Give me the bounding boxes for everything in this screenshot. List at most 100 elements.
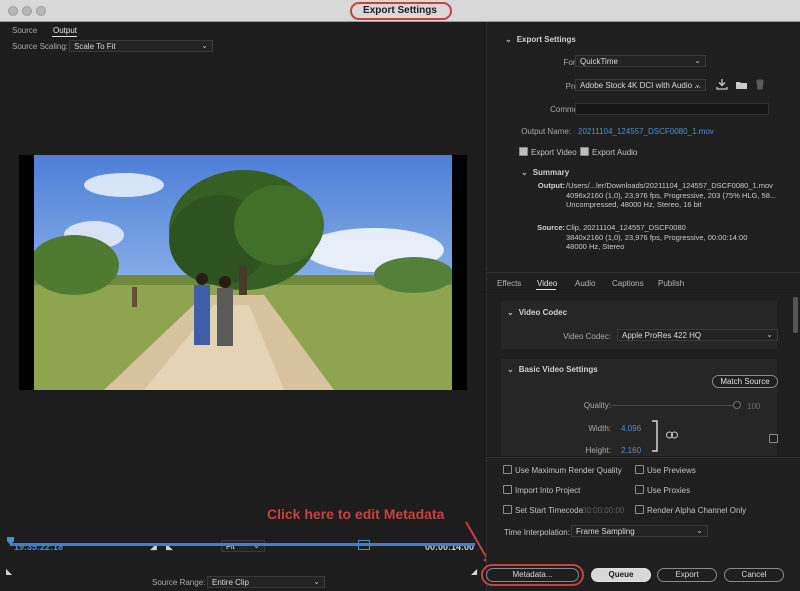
basic-video-heading[interactable]: ⌄ Basic Video Settings: [507, 365, 598, 374]
set-start-timecode-label: Set Start Timecode: [515, 506, 584, 515]
preset-value: Adobe Stock 4K DCI with Audio ...: [580, 81, 701, 90]
out-point-marker-icon[interactable]: ◢: [471, 567, 477, 576]
time-interpolation-label: Time Interpolation:: [504, 528, 570, 537]
render-alpha-checkbox[interactable]: [635, 505, 644, 514]
export-video-checkbox[interactable]: [519, 147, 528, 156]
match-source-button[interactable]: Match Source: [712, 375, 778, 388]
export-settings-panel: ⌄Export Settings Format: QuickTime ⌄ Pre…: [486, 22, 800, 271]
summary-heading[interactable]: ⌄ Summary: [521, 168, 569, 177]
tab-source[interactable]: Source: [12, 26, 37, 35]
start-timecode-value: 00:00:00:00: [582, 506, 625, 515]
time-interpolation-dropdown[interactable]: Frame Sampling ⌄: [571, 525, 708, 537]
delete-preset-icon[interactable]: [755, 79, 765, 90]
settings-tabs: Effects Video Audio Captions Publish: [486, 272, 800, 292]
export-settings-heading[interactable]: ⌄ Export Settings: [505, 35, 576, 44]
height-value[interactable]: 2.160: [621, 446, 641, 455]
quality-slider[interactable]: [611, 405, 737, 406]
video-codec-label: Video Codec:: [563, 332, 611, 341]
quality-slider-knob[interactable]: [733, 401, 741, 409]
chevron-down-icon: ⌄: [696, 526, 703, 535]
export-video-label: Export Video: [531, 148, 577, 157]
resize-checkbox[interactable]: [769, 434, 778, 443]
active-tab-underline: [52, 36, 77, 37]
source-range-dropdown[interactable]: Entire Clip ⌄: [207, 576, 325, 588]
chevron-down-icon: ⌄: [694, 80, 701, 89]
link-dimensions-icon[interactable]: [666, 431, 678, 439]
comments-input[interactable]: [575, 103, 769, 115]
preset-dropdown[interactable]: Adobe Stock 4K DCI with Audio ... ⌄: [575, 79, 706, 91]
summary-source-line: 48000 Hz, Stereo: [566, 242, 625, 251]
video-preview: [19, 155, 467, 390]
title-annotation-ring: [350, 2, 452, 20]
aspect-bracket-icon: [652, 420, 658, 452]
export-audio-checkbox[interactable]: [580, 147, 589, 156]
source-scaling-label: Source Scaling:: [12, 42, 69, 51]
width-value[interactable]: 4.096: [621, 424, 641, 433]
queue-button[interactable]: Queue: [591, 568, 651, 582]
tab-audio[interactable]: Audio: [575, 279, 595, 288]
render-alpha-label: Render Alpha Channel Only: [647, 506, 747, 515]
video-codec-section: ⌄ Video Codec Video Codec: Apple ProRes 4…: [501, 301, 778, 349]
video-codec-value: Apple ProRes 422 HQ: [622, 331, 702, 340]
height-label: Height:: [585, 446, 611, 455]
format-dropdown[interactable]: QuickTime ⌄: [575, 55, 706, 67]
export-audio-label: Export Audio: [592, 148, 638, 157]
import-preset-icon[interactable]: [735, 79, 748, 90]
chevron-down-icon: ⌄: [694, 56, 701, 65]
use-previews-label: Use Previews: [647, 466, 696, 475]
import-into-project-label: Import Into Project: [515, 486, 581, 495]
chevron-down-icon: ⌄: [313, 577, 320, 586]
source-scaling-row: Source Scaling: Scale To Fit ⌄: [0, 39, 484, 53]
summary-output-text: /Users/...ler/Downloads/20211104_124557_…: [566, 181, 796, 210]
source-range-value: Entire Clip: [212, 578, 249, 587]
active-tab-underline: [536, 289, 556, 290]
quality-value: 100: [747, 402, 761, 411]
use-previews-checkbox[interactable]: [635, 465, 644, 474]
settings-scrollbar[interactable]: [793, 297, 798, 333]
quality-label: Quality:: [583, 401, 611, 410]
video-codec-dropdown[interactable]: Apple ProRes 422 HQ ⌄: [617, 329, 778, 341]
tab-output[interactable]: Output: [53, 26, 77, 35]
use-proxies-checkbox[interactable]: [635, 485, 644, 494]
tab-publish[interactable]: Publish: [658, 279, 684, 288]
export-button[interactable]: Export: [657, 568, 717, 582]
max-render-quality-label: Use Maximum Render Quality: [515, 466, 622, 475]
summary-output-line: 4096x2160 (1,0), 23,976 fps, Progressive…: [566, 190, 777, 200]
summary-source-label: Source:: [537, 223, 565, 232]
summary-source-line: 3840x2160 (1,0), 23,976 fps, Progressive…: [566, 232, 748, 242]
tab-effects[interactable]: Effects: [497, 279, 521, 288]
time-interpolation-value: Frame Sampling: [576, 527, 635, 536]
tab-video[interactable]: Video: [537, 279, 557, 288]
landscape-scene: [34, 155, 452, 390]
video-codec-heading[interactable]: ⌄ Video Codec: [507, 308, 567, 317]
chevron-down-icon: ⌄: [201, 41, 208, 50]
summary-source-line: Clip, 20211104_124557_DSCF0080: [566, 223, 686, 232]
source-scaling-value: Scale To Fit: [74, 42, 116, 51]
chevron-down-icon: ⌄: [505, 35, 512, 44]
source-output-tabs: Source Output: [0, 22, 484, 38]
source-scaling-dropdown[interactable]: Scale To Fit ⌄: [69, 40, 213, 52]
summary-output-label: Output:: [537, 181, 565, 190]
tab-captions[interactable]: Captions: [612, 279, 644, 288]
summary-output-line: Uncompressed, 48000 Hz, Stereo, 16 bit: [566, 200, 702, 209]
video-settings-panel: ⌄ Video Codec Video Codec: Apple ProRes 4…: [486, 293, 800, 456]
summary-source-text: Clip, 20211104_124557_DSCF0080 3840x2160…: [566, 223, 796, 252]
chevron-down-icon: ⌄: [521, 168, 528, 177]
metadata-callout-text: Click here to edit Metadata: [267, 506, 445, 522]
format-value: QuickTime: [580, 57, 618, 66]
set-start-timecode-checkbox[interactable]: [503, 505, 512, 514]
summary-output-line: /Users/...ler/Downloads/20211104_124557_…: [566, 181, 773, 190]
cancel-button[interactable]: Cancel: [724, 568, 784, 582]
playhead-icon[interactable]: [7, 537, 14, 545]
window-titlebar: Export Settings: [0, 0, 800, 22]
preview-frame-image: [34, 155, 452, 390]
width-label: Width:: [588, 424, 611, 433]
output-name-label: Output Name:: [521, 127, 571, 136]
import-into-project-checkbox[interactable]: [503, 485, 512, 494]
zoom-dropdown[interactable]: Fit ⌄: [221, 540, 265, 552]
output-name-link[interactable]: 20211104_124557_DSCF0080_1.mov: [578, 127, 714, 136]
save-preset-icon[interactable]: [716, 79, 728, 90]
max-render-quality-checkbox[interactable]: [503, 465, 512, 474]
in-point-marker-icon[interactable]: ◣: [6, 567, 12, 576]
timeline-scrubber[interactable]: [10, 543, 475, 546]
